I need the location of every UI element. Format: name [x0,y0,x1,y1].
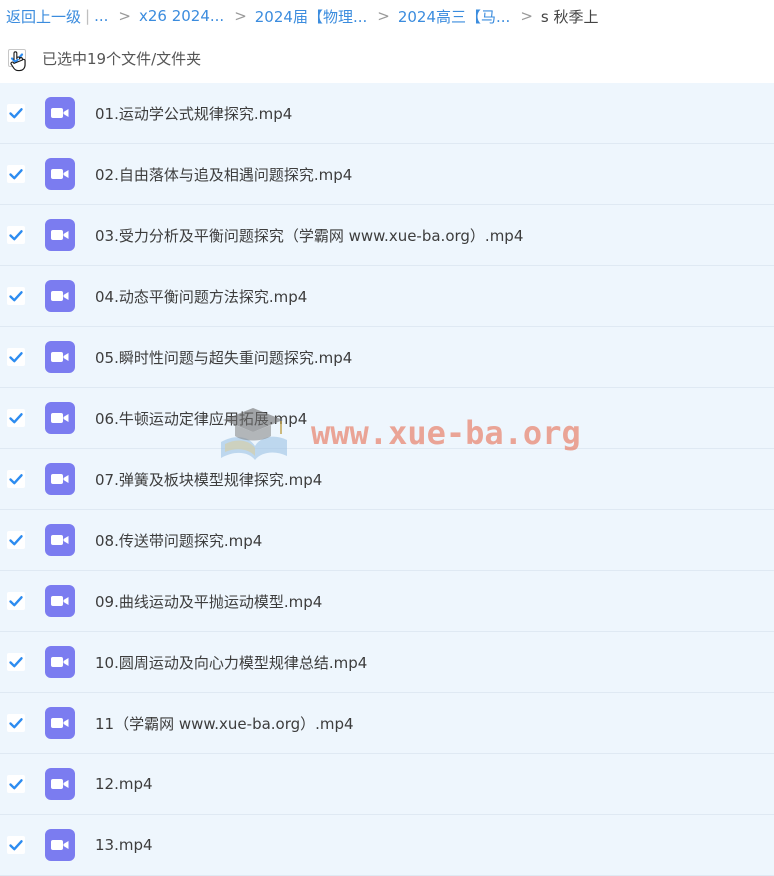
video-file-icon [45,280,75,312]
row-checkbox[interactable] [7,775,25,793]
list-item[interactable]: 09.曲线运动及平抛运动模型.mp4 [0,571,774,632]
video-file-icon [45,97,75,129]
list-item[interactable]: 11（学霸网 www.xue-ba.org）.mp4 [0,693,774,754]
breadcrumb-separator: > [520,7,533,25]
selection-bar: 已选中19个文件/文件夹 [0,36,774,80]
file-name[interactable]: 06.牛顿运动定律应用拓展.mp4 [95,408,307,429]
checkbox-checked-icon [9,779,23,790]
breadcrumb-separator: > [118,7,131,25]
video-file-icon [45,646,75,678]
row-checkbox[interactable] [7,531,25,549]
checkbox-checked-icon [9,718,23,729]
list-item[interactable]: 08.传送带问题探究.mp4 [0,510,774,571]
row-checkbox[interactable] [7,287,25,305]
breadcrumb-separator: > [234,7,247,25]
video-file-icon [45,707,75,739]
checkbox-checked-icon [9,596,23,607]
row-checkbox[interactable] [7,592,25,610]
row-checkbox[interactable] [7,714,25,732]
checkbox-checked-icon [9,535,23,546]
video-file-icon [45,463,75,495]
list-item[interactable]: 04.动态平衡问题方法探究.mp4 [0,266,774,327]
file-list: 01.运动学公式规律探究.mp4 02.自由落体与追及相遇问题探究.mp4 03… [0,83,774,876]
file-name[interactable]: 09.曲线运动及平抛运动模型.mp4 [95,591,322,612]
checkbox-checked-icon [9,352,23,363]
checkbox-checked-icon [9,291,23,302]
breadcrumb-item-2[interactable]: 2024届【物理... [255,6,367,27]
file-name[interactable]: 04.动态平衡问题方法探究.mp4 [95,286,307,307]
file-name[interactable]: 11（学霸网 www.xue-ba.org）.mp4 [95,713,354,734]
video-file-icon [45,158,75,190]
list-item[interactable]: 06.牛顿运动定律应用拓展.mp4 [0,388,774,449]
checkbox-checked-icon [9,413,23,424]
video-file-icon [45,524,75,556]
breadcrumb-current: s 秋季上 [540,7,599,26]
row-checkbox[interactable] [7,226,25,244]
select-all-checkbox[interactable] [8,49,26,72]
row-checkbox[interactable] [7,470,25,488]
file-name[interactable]: 01.运动学公式规律探究.mp4 [95,103,292,124]
video-file-icon [45,829,75,861]
video-file-icon [45,768,75,800]
file-name[interactable]: 05.瞬时性问题与超失重问题探究.mp4 [95,347,352,368]
list-item[interactable]: 10.圆周运动及向心力模型规律总结.mp4 [0,632,774,693]
list-item[interactable]: 01.运动学公式规律探究.mp4 [0,83,774,144]
list-item[interactable]: 05.瞬时性问题与超失重问题探究.mp4 [0,327,774,388]
checkbox-checked-icon [9,840,23,851]
file-name[interactable]: 08.传送带问题探究.mp4 [95,530,262,551]
file-name[interactable]: 13.mp4 [95,836,153,854]
row-checkbox[interactable] [7,409,25,427]
breadcrumb-divider: | [85,7,91,25]
checkbox-checked-icon [9,657,23,668]
list-item[interactable]: 12.mp4 [0,754,774,815]
breadcrumb-item-1[interactable]: x26 2024... [139,7,224,25]
selection-count-text: 已选中19个文件/文件夹 [42,49,202,68]
list-item[interactable]: 03.受力分析及平衡问题探究（学霸网 www.xue-ba.org）.mp4 [0,205,774,266]
video-file-icon [45,341,75,373]
row-checkbox[interactable] [7,653,25,671]
checkbox-checked-icon [9,108,23,119]
row-checkbox[interactable] [7,165,25,183]
row-checkbox[interactable] [7,348,25,366]
list-item[interactable]: 13.mp4 [0,815,774,876]
row-checkbox[interactable] [7,836,25,854]
checkbox-checked-icon [9,230,23,241]
checkbox-checked-icon [9,169,23,180]
breadcrumb-separator: > [377,7,390,25]
file-name[interactable]: 03.受力分析及平衡问题探究（学霸网 www.xue-ba.org）.mp4 [95,225,523,246]
list-item[interactable]: 02.自由落体与追及相遇问题探究.mp4 [0,144,774,205]
checkbox-checked-icon [9,474,23,485]
breadcrumb: 返回上一级 | ... > x26 2024... > 2024届【物理... … [0,0,774,32]
breadcrumb-ellipsis[interactable]: ... [94,7,108,25]
breadcrumb-item-3[interactable]: 2024高三【马... [398,6,510,27]
file-name[interactable]: 12.mp4 [95,775,153,793]
list-item[interactable]: 07.弹簧及板块模型规律探究.mp4 [0,449,774,510]
row-checkbox[interactable] [7,104,25,122]
file-name[interactable]: 07.弹簧及板块模型规律探究.mp4 [95,469,322,490]
file-name[interactable]: 10.圆周运动及向心力模型规律总结.mp4 [95,652,367,673]
video-file-icon [45,585,75,617]
hand-pointer-icon [10,51,26,72]
back-link[interactable]: 返回上一级 [0,6,81,27]
video-file-icon [45,219,75,251]
video-file-icon [45,402,75,434]
file-name[interactable]: 02.自由落体与追及相遇问题探究.mp4 [95,164,352,185]
